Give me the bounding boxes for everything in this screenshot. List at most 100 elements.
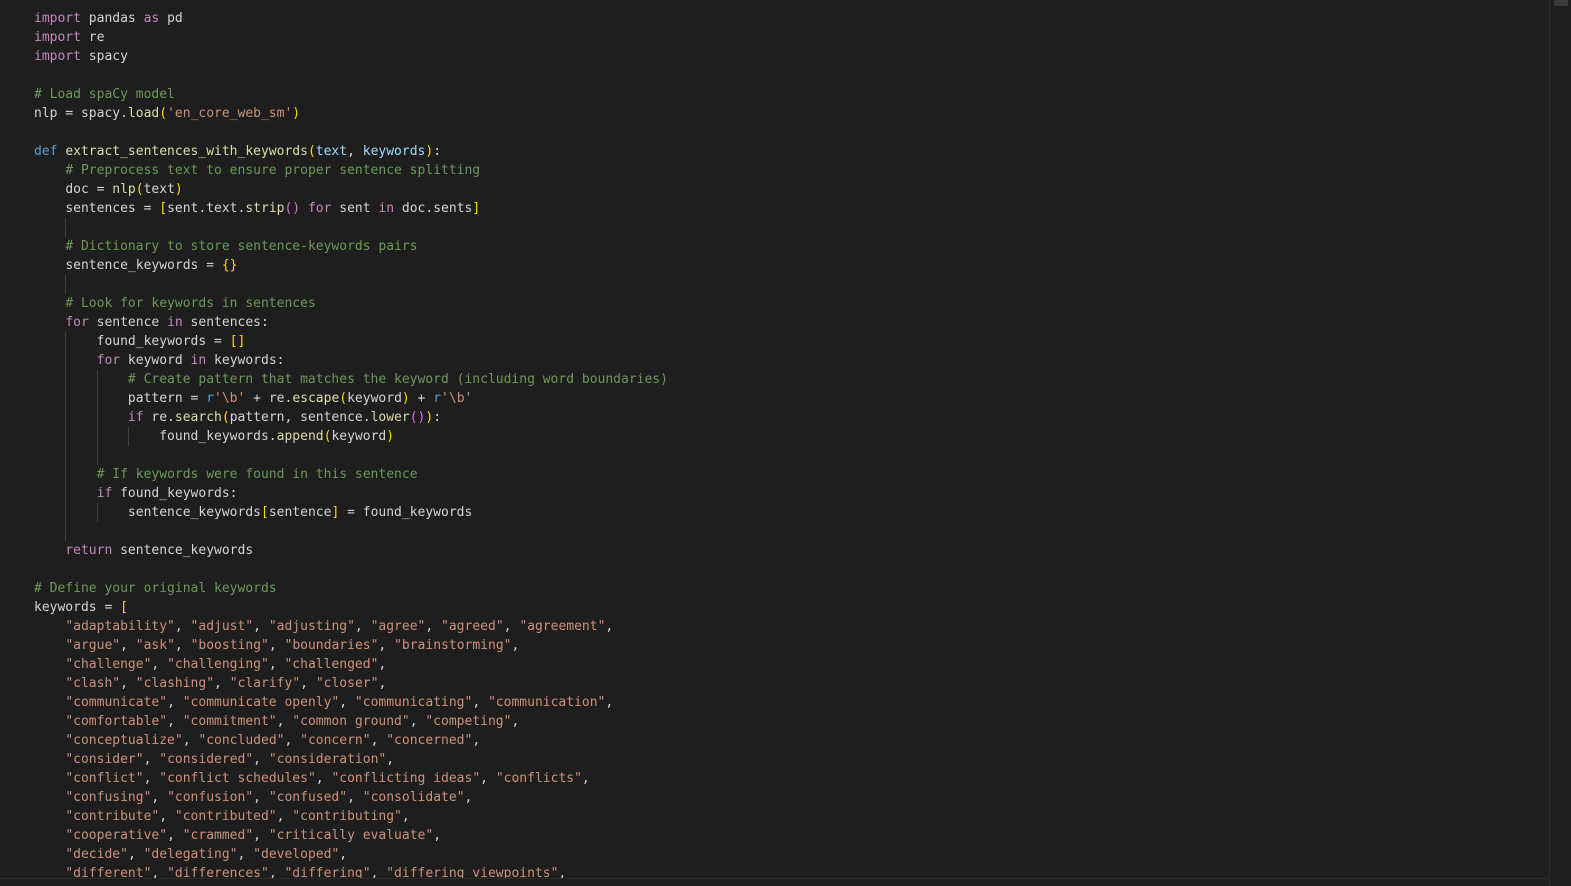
indent-guide [65, 465, 66, 484]
code-token: found_keywords: [112, 486, 238, 501]
code-line[interactable]: return sentence_keywords [34, 541, 668, 560]
code-token: , [472, 733, 481, 748]
code-string: '\b' [441, 391, 473, 406]
code-token: re. [143, 410, 175, 425]
code-line[interactable] [34, 522, 668, 541]
code-token: ) [174, 182, 183, 197]
code-comment: # Preprocess text to ensure proper sente… [65, 163, 481, 178]
code-token: def [34, 144, 58, 159]
code-string: "ask" [135, 638, 175, 653]
code-line[interactable]: "clash", "clashing", "clarify", "closer"… [34, 674, 668, 693]
code-string: "conflicting ideas" [331, 771, 481, 786]
code-line[interactable]: pattern = r'\b' + re.escape(keyword) + r… [34, 389, 668, 408]
code-line[interactable]: for keyword in keywords: [34, 351, 668, 370]
code-token: , [120, 638, 136, 653]
code-line[interactable]: if re.search(pattern, sentence.lower()): [34, 408, 668, 427]
indent-guide [65, 427, 66, 446]
code-token: ( [159, 106, 168, 121]
code-token: in [167, 315, 183, 330]
code-line[interactable]: sentence_keywords = {} [34, 256, 668, 275]
code-line[interactable]: # If keywords were found in this sentenc… [34, 465, 668, 484]
code-token: text [143, 182, 175, 197]
code-token: , [120, 676, 136, 691]
code-token: [] [229, 334, 246, 349]
code-line[interactable]: "contribute", "contributed", "contributi… [34, 807, 668, 826]
code-line[interactable]: # Preprocess text to ensure proper sente… [34, 161, 668, 180]
code-token: : [433, 144, 442, 159]
code-token: in [378, 201, 395, 216]
code-line[interactable]: if found_keywords: [34, 484, 668, 503]
code-token: sent [331, 201, 379, 216]
code-line[interactable]: "cooperative", "crammed", "critically ev… [34, 826, 668, 845]
code-token: , [167, 714, 183, 729]
code-line[interactable]: keywords = [ [34, 598, 668, 617]
code-string: "agree" [370, 619, 426, 634]
code-token: escape [292, 391, 340, 406]
code-line[interactable]: "adaptability", "adjust", "adjusting", "… [34, 617, 668, 636]
code-string: "confusing" [65, 790, 152, 805]
code-line[interactable]: "communicate", "communicate openly", "co… [34, 693, 668, 712]
code-line[interactable] [34, 66, 668, 85]
code-comment: # Define your original keywords [34, 581, 277, 596]
code-line[interactable]: doc = nlp(text) [34, 180, 668, 199]
code-token: ] [472, 201, 481, 216]
code-line[interactable]: # Create pattern that matches the keywor… [34, 370, 668, 389]
code-line[interactable]: "argue", "ask", "boosting", "boundaries"… [34, 636, 668, 655]
code-line[interactable] [34, 446, 668, 465]
scrollbar-thumb[interactable] [1554, 0, 1568, 6]
code-line[interactable]: # Look for keywords in sentences [34, 294, 668, 313]
code-line[interactable]: # Load spaCy model [34, 85, 668, 104]
code-line[interactable]: "challenge", "challenging", "challenged"… [34, 655, 668, 674]
code-line[interactable]: # Dictionary to store sentence-keywords … [34, 237, 668, 256]
code-token: , [143, 771, 160, 786]
code-line[interactable]: "conflict", "conflict schedules", "confl… [34, 769, 668, 788]
code-token: , [268, 638, 285, 653]
code-line[interactable]: import pandas as pd [34, 9, 668, 28]
code-line[interactable]: import spacy [34, 47, 668, 66]
code-line[interactable]: def extract_sentences_with_keywords(text… [34, 142, 668, 161]
code-token: for [65, 315, 89, 330]
code-string: "conflicts" [495, 771, 582, 786]
vertical-scrollbar[interactable] [1549, 0, 1571, 886]
code-token: , [339, 847, 348, 862]
indent-guide [65, 218, 66, 237]
code-token: in [190, 353, 207, 368]
code-line[interactable]: for sentence in sentences: [34, 313, 668, 332]
code-token: if [96, 486, 113, 501]
code-line[interactable]: "comfortable", "commitment", "common gro… [34, 712, 668, 731]
code-area[interactable]: import pandas as pd import re import spacy… [34, 9, 668, 883]
code-line[interactable]: "consider", "considered", "consideration… [34, 750, 668, 769]
horizontal-scrollbar[interactable] [0, 878, 1549, 886]
code-token: , [339, 695, 355, 710]
code-token: doc = [65, 182, 113, 197]
code-line[interactable] [34, 218, 668, 237]
code-string: "competing" [425, 714, 512, 729]
code-token: , [511, 638, 520, 653]
code-token: , [401, 809, 410, 824]
code-line[interactable]: "conceptualize", "concluded", "concern",… [34, 731, 668, 750]
code-line[interactable]: sentences = [sent.text.strip() for sent … [34, 199, 668, 218]
code-line[interactable]: import re [34, 28, 668, 47]
code-line[interactable] [34, 560, 668, 579]
code-editor[interactable]: import pandas as pd import re import spacy… [0, 0, 1571, 886]
code-token: sentence_keywords [112, 543, 254, 558]
code-token: , [386, 752, 395, 767]
code-line[interactable] [34, 123, 668, 142]
code-line[interactable]: found_keywords = [] [34, 332, 668, 351]
code-token: for [96, 353, 121, 368]
code-token: , [284, 733, 301, 748]
code-token: sent.text. [167, 201, 246, 216]
indent-guide [65, 275, 66, 294]
code-line[interactable]: "decide", "delegating", "developed", [34, 845, 668, 864]
code-line[interactable]: # Define your original keywords [34, 579, 668, 598]
code-string: "agreement" [519, 619, 606, 634]
code-line[interactable]: found_keywords.append(keyword) [34, 427, 668, 446]
code-line[interactable]: nlp = spacy.load('en_core_web_sm') [34, 104, 668, 123]
code-line[interactable]: sentence_keywords[sentence] = found_keyw… [34, 503, 668, 522]
code-token: , [433, 828, 442, 843]
code-token: , [253, 790, 269, 805]
code-token: sentence [268, 505, 332, 520]
code-line[interactable]: "confusing", "confusion", "confused", "c… [34, 788, 668, 807]
code-line[interactable] [34, 275, 668, 294]
